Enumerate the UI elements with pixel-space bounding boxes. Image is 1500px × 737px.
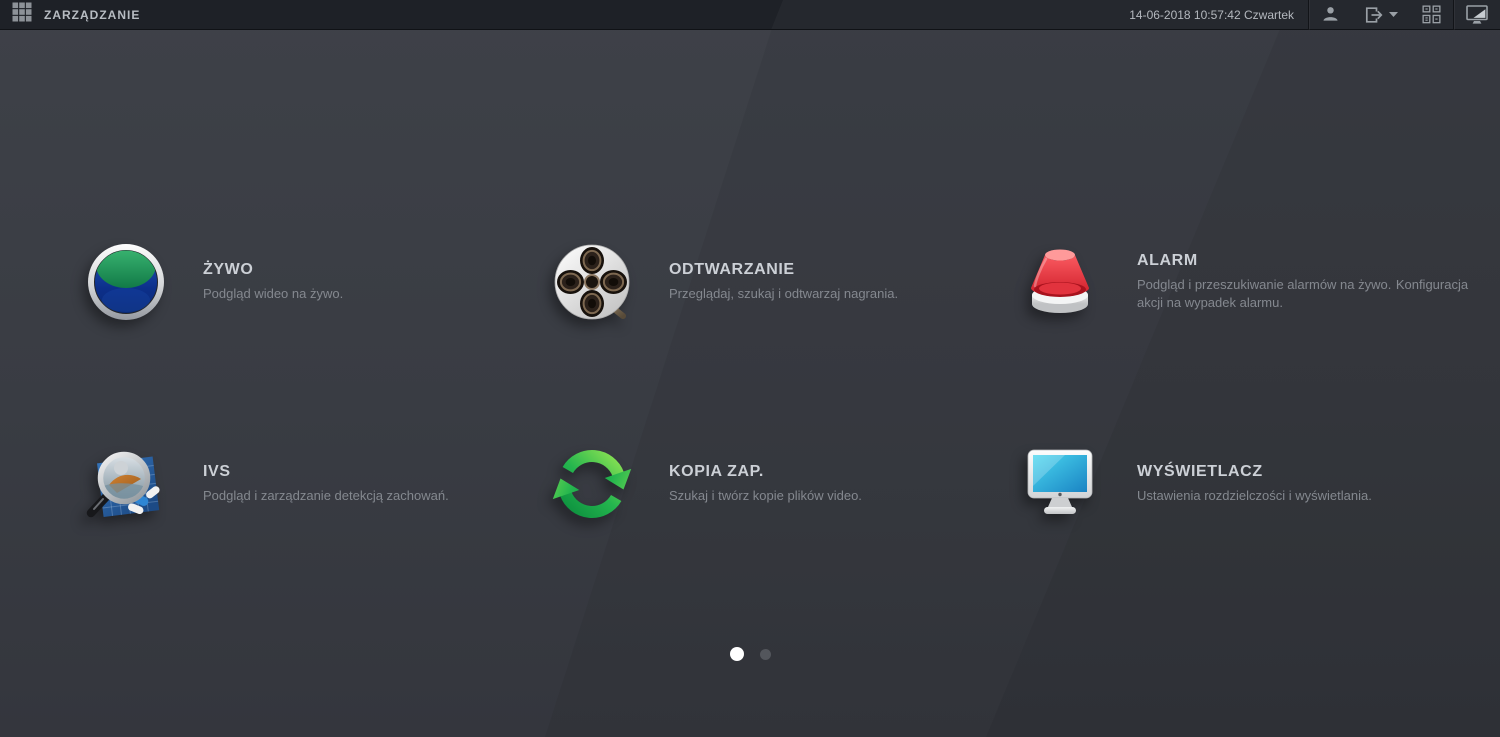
menu-item-title: ŻYWO — [203, 261, 254, 278]
apps-grid-icon — [12, 2, 32, 27]
menu-item-playback[interactable]: ODTWARZANIE Przeglądaj, szukaj i odtwarz… — [548, 236, 1018, 328]
backup-sync-icon — [548, 440, 636, 528]
menu-item-desc: Szukaj i twórz kopie plików video. — [669, 488, 862, 503]
wallpaper-facet — [986, 0, 1500, 737]
wallpaper — [0, 0, 1500, 737]
logout-icon — [1364, 5, 1384, 25]
menu-item-title: KOPIA ZAP. — [669, 463, 764, 480]
magnifier-analytics-icon — [82, 440, 170, 528]
menu-item-desc: Podgląd wideo na żywo. — [203, 286, 344, 301]
user-button[interactable] — [1309, 0, 1352, 29]
menu-item-display[interactable]: WYŚWIETLACZ Ustawienia rozdzielczości i … — [1016, 438, 1486, 530]
live-view-orb-icon — [82, 238, 170, 326]
qr-channels-icon — [1422, 5, 1441, 24]
menu-item-live[interactable]: ŻYWO Podgląd wideo na żywo. — [82, 236, 552, 328]
menu-item-backup[interactable]: KOPIA ZAP. Szukaj i twórz kopie plików v… — [548, 438, 1018, 530]
apps-grid-button[interactable] — [0, 0, 44, 29]
caret-down-icon — [1389, 12, 1398, 17]
menu-item-desc: Przeglądaj, szukaj i odtwarzaj nagrania. — [669, 286, 899, 301]
menu-item-title: ODTWARZANIE — [669, 261, 795, 278]
top-bar: ZARZĄDZANIE 14-06-2018 10:57:42 Czwartek — [0, 0, 1500, 30]
user-icon — [1321, 5, 1340, 24]
menu-item-title: ALARM — [1137, 252, 1198, 269]
menu-item-alarm[interactable]: ALARM Podgląd i przeszukiwanie alarmów n… — [1016, 236, 1486, 328]
wallpaper-facet — [545, 0, 1500, 737]
datetime-display: 14-06-2018 10:57:42 Czwartek — [1129, 7, 1294, 22]
display-monitor-icon — [1016, 440, 1104, 528]
menu-item-title: IVS — [203, 463, 231, 480]
display-toggle-button[interactable] — [1454, 0, 1500, 29]
menu-item-title: WYŚWIETLACZ — [1137, 463, 1263, 480]
menu-item-desc: Ustawienia rozdzielczości i wyświetlania… — [1137, 488, 1372, 503]
display-toggle-icon — [1466, 4, 1488, 25]
menu-item-desc: Podgląd i przeszukiwanie alarmów na żywo… — [1137, 277, 1392, 292]
menu-item-desc: Podgląd i zarządzanie detekcją zachowań. — [203, 488, 449, 503]
logout-button[interactable] — [1352, 0, 1410, 29]
siren-icon — [1016, 238, 1104, 326]
page-dot-1-active[interactable] — [729, 647, 744, 661]
menu-item-ivs[interactable]: IVS Podgląd i zarządzanie detekcją zacho… — [82, 438, 552, 530]
qr-channels-button[interactable] — [1410, 0, 1453, 29]
film-reel-icon — [548, 238, 636, 326]
pagination — [0, 647, 1500, 661]
page-dot-2[interactable] — [759, 648, 771, 660]
page-title: ZARZĄDZANIE — [44, 7, 141, 22]
